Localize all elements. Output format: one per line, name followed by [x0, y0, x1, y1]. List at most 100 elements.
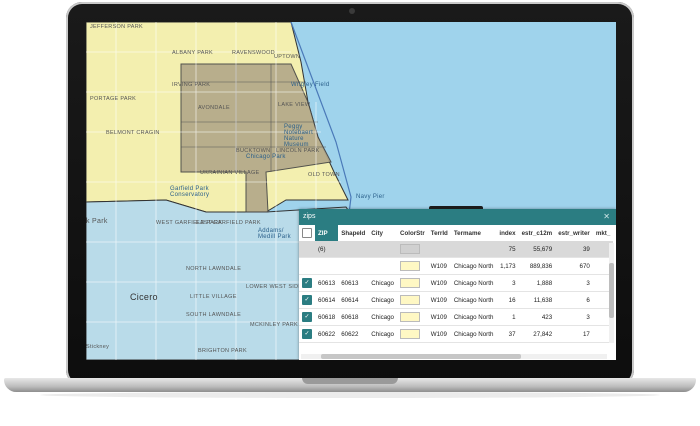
column-header-colorstr[interactable]: ColorStr — [397, 225, 428, 241]
column-header-terrid[interactable]: TerrId — [428, 225, 451, 241]
map-poi: Chicago Park — [246, 154, 286, 160]
cell-estr-writer: 6 — [555, 291, 593, 309]
cell-estr-writer: 3 — [555, 308, 593, 326]
map-label: JEFFERSON PARK — [90, 24, 143, 30]
cell-zip: 60613 — [315, 274, 339, 292]
color-swatch — [400, 329, 420, 339]
laptop-shadow — [40, 392, 660, 398]
cell-zip: 60618 — [315, 308, 339, 326]
cell-city — [368, 257, 397, 275]
table-row[interactable]: ✓ 60614 60614 Chicago W109 Chicago North… — [299, 291, 614, 309]
map-label: OLD TOWN — [308, 172, 340, 178]
color-swatch — [400, 278, 420, 288]
cell-index: 16 — [496, 291, 519, 309]
map-label: MCKINLEY PARK — [250, 322, 299, 328]
cell-termame: Chicago North — [450, 274, 497, 292]
map-label: Cicero — [130, 292, 158, 302]
map-label: UPTOWN — [274, 54, 301, 60]
cell-shapeid: 60613 — [338, 274, 369, 292]
map-label: PORTAGE PARK — [90, 96, 137, 102]
cell-estr-c12m: 11,638 — [518, 291, 556, 309]
map-poi: Addams/ Medill Park — [258, 228, 291, 240]
cell-terrid: W109 — [427, 257, 451, 275]
cell-estr-c12m: 27,842 — [518, 325, 556, 343]
column-header-index[interactable]: index — [496, 225, 518, 241]
column-header-estr-c12m[interactable]: estr_c12m — [519, 225, 556, 241]
cell-city: Chicago — [368, 291, 397, 309]
cell-shapeid — [338, 257, 369, 275]
cell-estr-c12m: 423 — [518, 308, 556, 326]
column-header-city[interactable]: City — [368, 225, 397, 241]
cell-shapeid: 60622 — [338, 325, 369, 343]
cell-zip — [315, 257, 339, 275]
map-label: LITTLE VILLAGE — [190, 294, 237, 300]
cell-estr-writer: 670 — [555, 257, 593, 275]
map-label: IRVING PARK — [172, 82, 211, 88]
cell-city: Chicago — [368, 308, 397, 326]
cell-zip: 60622 — [315, 325, 339, 343]
table-row[interactable]: ✓ 60622 60622 Chicago W109 Chicago North… — [299, 325, 614, 343]
map-label: AVONDALE — [198, 105, 230, 111]
zips-table: ZIP ShapeId City ColorStr TerrId Termame… — [299, 225, 614, 343]
cell-termame: Chicago North — [450, 308, 497, 326]
column-header-zip[interactable]: ZIP — [315, 225, 339, 241]
cell-shapeid: 60618 — [338, 308, 369, 326]
aggregate-count: (6) — [315, 241, 339, 258]
map-poi: Garfield Park Conservatory — [170, 186, 210, 198]
cell-terrid: W109 — [427, 274, 451, 292]
map-label: ALBANY PARK — [172, 50, 214, 56]
color-swatch — [400, 312, 420, 322]
table-row[interactable]: ✓ 60613 60613 Chicago W109 Chicago North… — [299, 274, 614, 292]
cell-estr-c12m: 889,836 — [518, 257, 556, 275]
cell-estr-writer: 3 — [555, 274, 593, 292]
cell-index: 1,173 — [496, 257, 519, 275]
panel-header[interactable]: zips ✕ — [299, 209, 616, 225]
cell-terrid: W109 — [427, 325, 451, 343]
cell-terrid: W109 — [427, 291, 451, 309]
cell-city: Chicago — [368, 274, 397, 292]
column-header-termame[interactable]: Termame — [451, 225, 497, 241]
laptop-notch — [302, 378, 398, 384]
cell-termame: Chicago North — [450, 291, 497, 309]
aggregate-estr-c12m: 55,679 — [518, 241, 556, 258]
cell-estr-writer: 17 — [555, 325, 593, 343]
table-row[interactable]: ✓ 60618 60618 Chicago W109 Chicago North… — [299, 308, 614, 326]
aggregate-row: (6) 75 55,679 39 — [299, 241, 614, 258]
cell-city: Chicago — [368, 325, 397, 343]
screen: JEFFERSON PARK ALBANY PARK RAVENSWOOD UP… — [86, 22, 616, 360]
select-all-checkbox[interactable] — [302, 228, 312, 238]
map-label: RAVENSWOOD — [232, 50, 275, 56]
cell-estr-c12m: 1,888 — [518, 274, 556, 292]
row-checkbox[interactable]: ✓ — [302, 295, 312, 305]
close-icon[interactable]: ✕ — [603, 209, 610, 225]
map-poi: Wrigley Field — [291, 82, 330, 88]
cell-termame: Chicago North — [450, 325, 497, 343]
map-label: EAST GARFIELD PARK — [196, 220, 261, 226]
color-swatch — [400, 295, 420, 305]
aggregate-index: 75 — [496, 241, 519, 258]
column-header-mkt[interactable]: mkt_ — [593, 225, 613, 241]
cell-index: 3 — [496, 274, 519, 292]
cell-index: 1 — [496, 308, 519, 326]
map-label: SOUTH LAWNDALE — [186, 312, 242, 318]
map-label: LAKE VIEW — [278, 102, 311, 108]
horizontal-scrollbar-thumb[interactable] — [321, 354, 521, 359]
map-label: BELMONT CRAGIN — [106, 130, 160, 136]
map-label: k Park — [86, 218, 108, 225]
row-checkbox[interactable]: ✓ — [302, 278, 312, 288]
color-swatch — [400, 261, 420, 271]
row-checkbox[interactable]: ✓ — [302, 329, 312, 339]
panel-title: zips — [303, 213, 316, 220]
vertical-scrollbar-thumb[interactable] — [609, 263, 614, 318]
vertical-scrollbar[interactable] — [609, 243, 614, 343]
table-row[interactable]: W109 Chicago North 1,173 889,836 670 — [299, 257, 614, 275]
select-all-header[interactable] — [299, 225, 315, 241]
column-header-estr-writer[interactable]: estr_writer — [555, 225, 593, 241]
column-header-shapeid[interactable]: ShapeId — [338, 225, 368, 241]
cell-zip: 60614 — [315, 291, 339, 309]
aggregate-estr-writer: 39 — [555, 241, 593, 258]
zips-table-panel[interactable]: zips ✕ ZIP ShapeId City ColorStr TerrId … — [299, 206, 616, 360]
horizontal-scrollbar[interactable] — [301, 354, 607, 359]
cell-index: 37 — [496, 325, 519, 343]
row-checkbox[interactable]: ✓ — [302, 312, 312, 322]
